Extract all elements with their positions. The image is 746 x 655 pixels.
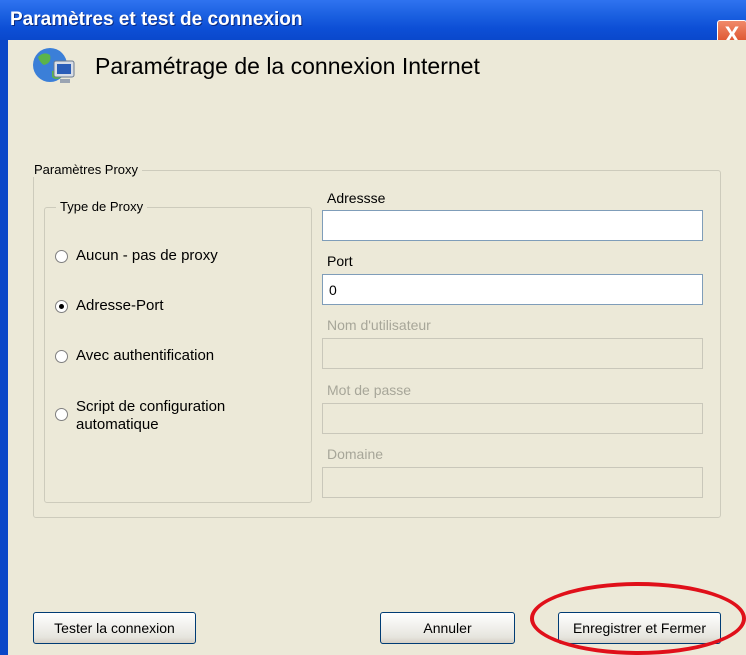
- test-connection-button[interactable]: Tester la connexion: [33, 612, 196, 644]
- radio-label: Adresse-Port: [76, 297, 164, 314]
- port-input[interactable]: [322, 274, 703, 305]
- address-input[interactable]: [322, 210, 703, 241]
- radio-label: Script de configuration automatique: [76, 398, 226, 433]
- radio-button[interactable]: [55, 250, 68, 263]
- password-label: Mot de passe: [327, 382, 412, 398]
- proxy-type-legend: Type de Proxy: [56, 199, 148, 214]
- radio-button[interactable]: [55, 300, 68, 313]
- radio-authentication[interactable]: Avec authentification: [55, 347, 214, 364]
- radio-label: Aucun - pas de proxy: [76, 247, 218, 264]
- cancel-button[interactable]: Annuler: [380, 612, 515, 644]
- radio-auto-config-script[interactable]: Script de configuration automatique: [55, 398, 266, 434]
- domain-label: Domaine: [327, 446, 384, 462]
- network-globe-computer-icon: [33, 48, 75, 83]
- window-title: Paramètres et test de connexion: [10, 9, 303, 30]
- radio-address-port[interactable]: Adresse-Port: [55, 297, 164, 314]
- dialog-heading: Paramétrage de la connexion Internet: [95, 53, 480, 79]
- radio-button[interactable]: [55, 408, 68, 421]
- port-label: Port: [327, 253, 353, 269]
- proxy-settings-legend: Paramètres Proxy: [30, 162, 143, 177]
- radio-no-proxy[interactable]: Aucun - pas de proxy: [55, 247, 218, 264]
- username-input: [322, 338, 703, 369]
- title-bar[interactable]: Paramètres et test de connexion X: [0, 0, 746, 50]
- save-and-close-button[interactable]: Enregistrer et Fermer: [558, 612, 721, 644]
- radio-label: Avec authentification: [76, 347, 215, 364]
- domain-input: [322, 467, 703, 498]
- password-input: [322, 403, 703, 434]
- username-label: Nom d'utilisateur: [327, 317, 431, 333]
- address-label: Adressse: [327, 190, 386, 206]
- radio-button[interactable]: [55, 350, 68, 363]
